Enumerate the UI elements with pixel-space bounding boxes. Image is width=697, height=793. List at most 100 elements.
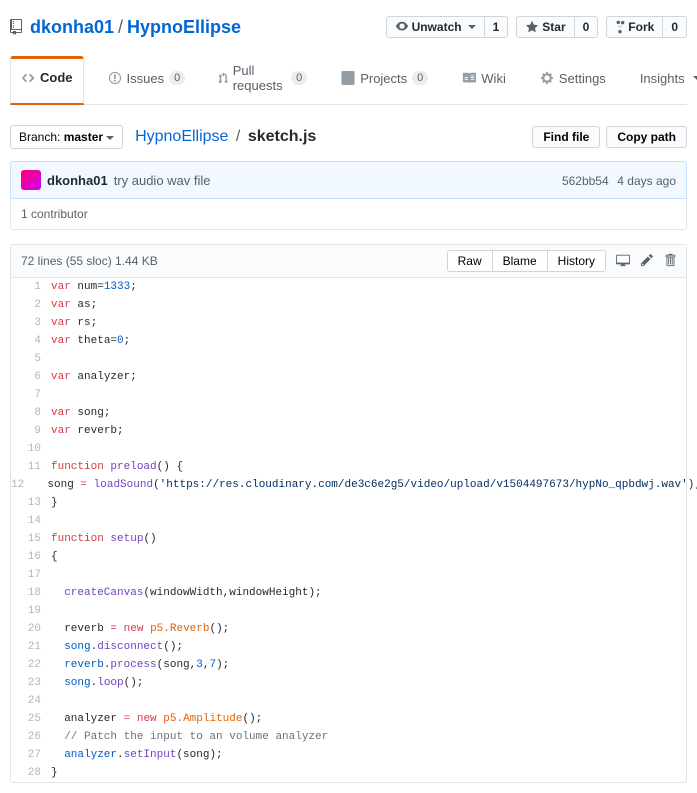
repo-nav: Code Issues0 Pull requests0 Projects0 Wi… <box>10 56 687 105</box>
line-number[interactable]: 28 <box>11 764 51 782</box>
line-number[interactable]: 10 <box>11 440 51 458</box>
delete-icon[interactable] <box>664 253 676 270</box>
copy-path-button[interactable]: Copy path <box>606 126 687 148</box>
line-number[interactable]: 3 <box>11 314 51 332</box>
find-file-button[interactable]: Find file <box>532 126 600 148</box>
tab-insights[interactable]: Insights <box>630 56 697 104</box>
line-number[interactable]: 1 <box>11 278 51 296</box>
code-line: 23 song.loop(); <box>11 674 686 692</box>
line-number[interactable]: 7 <box>11 386 51 404</box>
raw-button[interactable]: Raw <box>448 251 492 271</box>
unwatch-button[interactable]: Unwatch <box>386 16 485 38</box>
line-number[interactable]: 9 <box>11 422 51 440</box>
code-line: 13} <box>11 494 686 512</box>
book-icon <box>462 71 476 85</box>
line-content: reverb = new p5.Reverb(); <box>51 620 229 638</box>
fork-count[interactable]: 0 <box>663 16 687 38</box>
tab-projects[interactable]: Projects0 <box>331 56 438 104</box>
line-number[interactable]: 20 <box>11 620 51 638</box>
code-icon <box>21 71 35 85</box>
repo-link[interactable]: HypnoEllipse <box>127 17 241 38</box>
star-button[interactable]: Star <box>516 16 574 38</box>
breadcrumb: HypnoEllipse / sketch.js <box>135 128 316 146</box>
eye-icon <box>395 20 409 34</box>
code-line: 17 <box>11 566 686 584</box>
code-line: 5 <box>11 350 686 368</box>
commit-bar: dkonha01 try audio wav file 562bb54 4 da… <box>10 161 687 199</box>
edit-icon[interactable] <box>640 253 654 270</box>
commit-time: 4 days ago <box>617 174 676 188</box>
line-number[interactable]: 24 <box>11 692 51 710</box>
breadcrumb-root[interactable]: HypnoEllipse <box>135 128 228 145</box>
line-content: reverb.process(song,3,7); <box>51 656 229 674</box>
line-content: var as; <box>51 296 97 314</box>
line-number[interactable]: 4 <box>11 332 51 350</box>
line-content: function preload() { <box>51 458 183 476</box>
tab-pulls[interactable]: Pull requests0 <box>209 56 317 104</box>
line-number[interactable]: 15 <box>11 530 51 548</box>
desktop-icon[interactable] <box>616 253 630 270</box>
code-line: 27 analyzer.setInput(song); <box>11 746 686 764</box>
line-number[interactable]: 18 <box>11 584 51 602</box>
issue-icon <box>108 71 122 85</box>
code-line: 1var num=1333; <box>11 278 686 296</box>
line-content: { <box>51 548 58 566</box>
code-line: 7 <box>11 386 686 404</box>
code-line: 28} <box>11 764 686 782</box>
line-content: // Patch the input to an volume analyzer <box>51 728 328 746</box>
line-number[interactable]: 23 <box>11 674 51 692</box>
code-line: 3var rs; <box>11 314 686 332</box>
code-line: 15function setup() <box>11 530 686 548</box>
code-line: 12 song = loadSound('https://res.cloudin… <box>11 476 686 494</box>
tab-code[interactable]: Code <box>10 56 84 105</box>
line-number[interactable]: 11 <box>11 458 51 476</box>
contributors[interactable]: 1 contributor <box>10 199 687 230</box>
line-number[interactable]: 14 <box>11 512 51 530</box>
line-number[interactable]: 16 <box>11 548 51 566</box>
line-content: var analyzer; <box>51 368 137 386</box>
tab-wiki[interactable]: Wiki <box>452 56 516 104</box>
commit-message[interactable]: try audio wav file <box>114 173 211 188</box>
line-number[interactable]: 2 <box>11 296 51 314</box>
star-count[interactable]: 0 <box>575 16 599 38</box>
code-line: 24 <box>11 692 686 710</box>
line-number[interactable]: 25 <box>11 710 51 728</box>
tab-settings[interactable]: Settings <box>530 56 616 104</box>
project-icon <box>341 71 355 85</box>
fork-button[interactable]: Fork <box>606 16 663 38</box>
code-line: 18 createCanvas(windowWidth,windowHeight… <box>11 584 686 602</box>
line-number[interactable]: 17 <box>11 566 51 584</box>
line-number[interactable]: 19 <box>11 602 51 620</box>
code-line: 6var analyzer; <box>11 368 686 386</box>
fork-icon <box>615 20 625 34</box>
line-number[interactable]: 13 <box>11 494 51 512</box>
code-line: 22 reverb.process(song,3,7); <box>11 656 686 674</box>
code-line: 19 <box>11 602 686 620</box>
code-line: 8var song; <box>11 404 686 422</box>
line-content: analyzer = new p5.Amplitude(); <box>51 710 262 728</box>
commit-sha[interactable]: 562bb54 <box>562 174 609 188</box>
history-button[interactable]: History <box>547 251 605 271</box>
line-number[interactable]: 6 <box>11 368 51 386</box>
repo-path: dkonha01 / HypnoEllipse <box>10 17 241 38</box>
tab-issues[interactable]: Issues0 <box>98 56 196 104</box>
avatar[interactable] <box>21 170 41 190</box>
line-number[interactable]: 12 <box>11 476 34 494</box>
branch-select[interactable]: Branch: master <box>10 125 123 149</box>
line-content: var num=1333; <box>51 278 137 296</box>
owner-link[interactable]: dkonha01 <box>30 17 114 38</box>
line-number[interactable]: 22 <box>11 656 51 674</box>
code-line: 14 <box>11 512 686 530</box>
line-content: } <box>51 494 58 512</box>
line-content: var theta=0; <box>51 332 130 350</box>
commit-author[interactable]: dkonha01 <box>47 173 108 188</box>
code-line: 26 // Patch the input to an volume analy… <box>11 728 686 746</box>
line-number[interactable]: 5 <box>11 350 51 368</box>
line-number[interactable]: 21 <box>11 638 51 656</box>
file-info: 72 lines (55 sloc) 1.44 KB <box>21 254 158 268</box>
line-number[interactable]: 26 <box>11 728 51 746</box>
line-number[interactable]: 8 <box>11 404 51 422</box>
blame-button[interactable]: Blame <box>492 251 547 271</box>
watch-count[interactable]: 1 <box>485 16 509 38</box>
line-number[interactable]: 27 <box>11 746 51 764</box>
